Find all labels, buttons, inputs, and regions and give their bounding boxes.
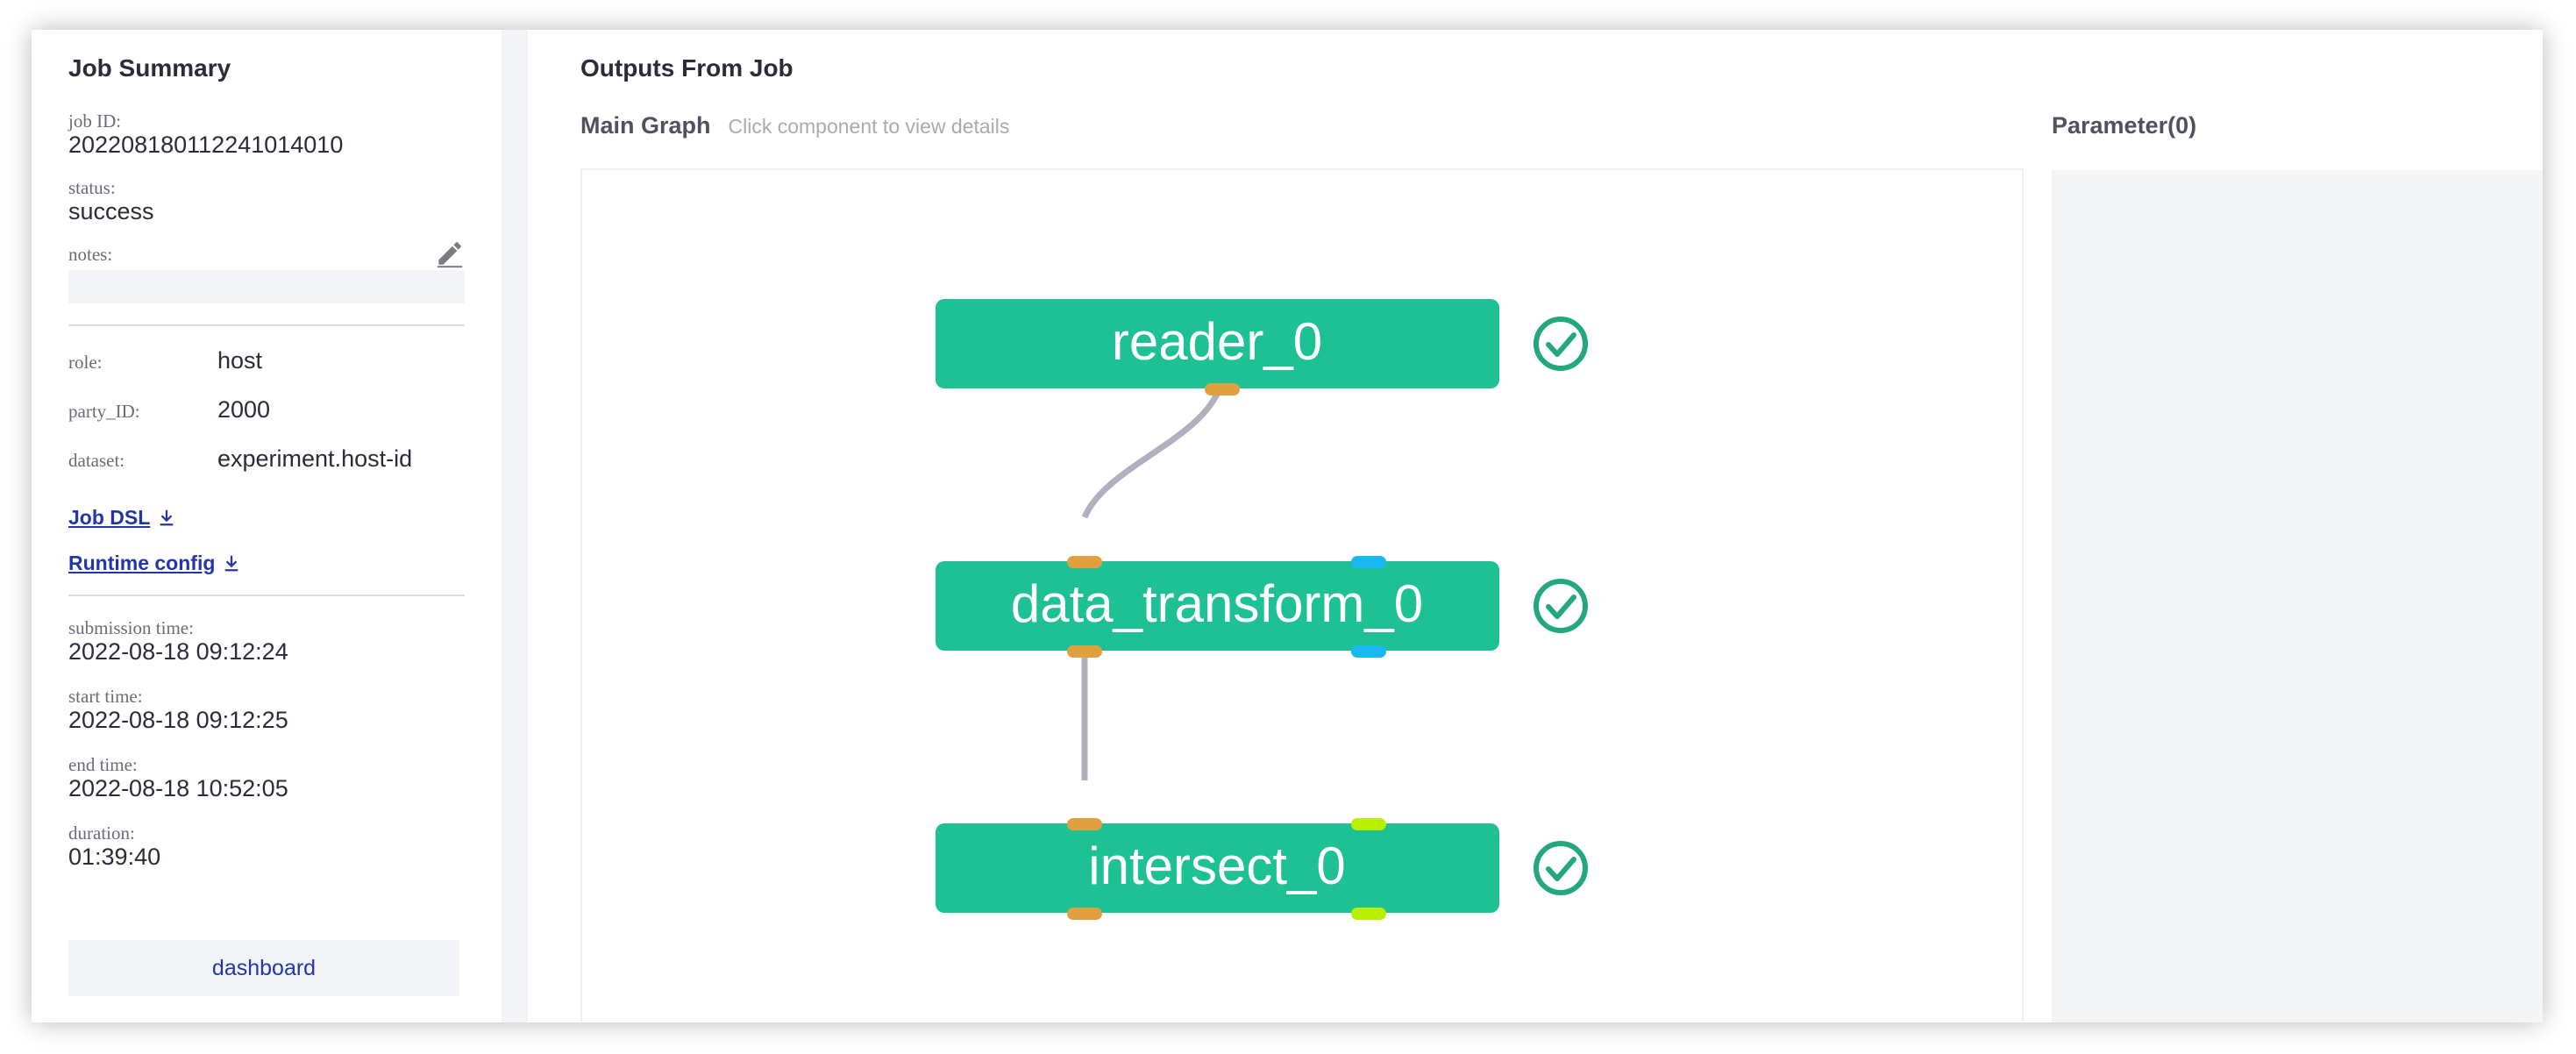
parameter-title: Parameter(0)	[2052, 112, 2197, 139]
runtime-config-link-label: Runtime config	[68, 551, 216, 574]
data-output-port	[1067, 908, 1102, 920]
check-circle-icon	[1534, 317, 1588, 371]
job-dsl-link-label: Job DSL	[68, 505, 151, 529]
notes-row: notes:	[68, 242, 465, 268]
party-id-row: party_ID: 2000	[68, 396, 465, 445]
cache-output-port	[1351, 908, 1386, 920]
role-label: role:	[68, 352, 103, 373]
duration-value: 01:39:40	[68, 844, 161, 870]
graph-hint: Click component to view details	[728, 115, 1010, 138]
model-input-port	[1351, 556, 1386, 568]
main-graph-canvas[interactable]: reader_0 data_transform_0 intersect_0	[580, 168, 2024, 1022]
data-input-port	[1067, 556, 1102, 568]
download-icon	[160, 509, 174, 526]
end-time-value: 2022-08-18 10:52:05	[68, 775, 288, 801]
submission-time-label: submission time:	[68, 617, 194, 638]
dataset-row: dataset: experiment.host-id	[68, 445, 465, 495]
party-id-value: 2000	[217, 396, 271, 423]
job-id-label: job ID:	[68, 110, 122, 132]
node-label: intersect_0	[1088, 837, 1346, 895]
graph-header: Main Graph Click component to view detai…	[580, 112, 1009, 139]
data-output-port	[1205, 383, 1240, 395]
status-label: status:	[68, 177, 116, 198]
edge-reader-to-data-transform	[1081, 390, 1221, 519]
node-data-transform-0[interactable]: data_transform_0	[936, 556, 1499, 658]
app-window: Job Summary job ID: 20220818011224101401…	[32, 30, 2543, 1022]
role-row: role: host	[68, 347, 465, 396]
cache-input-port	[1351, 818, 1386, 830]
submission-time-value: 2022-08-18 09:12:24	[68, 638, 288, 665]
divider	[68, 595, 465, 596]
parameter-panel	[2052, 170, 2543, 1022]
notes-label: notes:	[68, 244, 113, 265]
download-icon	[225, 555, 238, 572]
job-times: submission time: 2022-08-18 09:12:24 sta…	[68, 617, 465, 872]
node-intersect-0[interactable]: intersect_0	[936, 818, 1499, 920]
start-time-value: 2022-08-18 09:12:25	[68, 707, 288, 733]
node-label: data_transform_0	[1011, 574, 1423, 633]
divider	[68, 324, 465, 326]
dataset-label: dataset:	[68, 450, 125, 471]
graph-title: Main Graph	[580, 112, 711, 139]
party-id-label: party_ID:	[68, 401, 140, 422]
data-input-port	[1067, 818, 1102, 830]
outputs-panel: Outputs From Job Main Graph Click compon…	[528, 30, 2543, 1022]
job-summary-panel: Job Summary job ID: 20220818011224101401…	[32, 30, 502, 1022]
runtime-config-link[interactable]: Runtime config	[68, 540, 465, 586]
start-time-label: start time:	[68, 686, 143, 707]
model-output-port	[1351, 645, 1386, 658]
dataset-value: experiment.host-id	[217, 445, 413, 472]
duration-label: duration:	[68, 823, 135, 844]
pencil-icon[interactable]	[435, 239, 465, 268]
notes-field[interactable]	[68, 270, 465, 303]
dashboard-button[interactable]: dashboard	[68, 940, 459, 996]
dag-graph: reader_0 data_transform_0 intersect_0	[936, 299, 1588, 920]
end-time-label: end time:	[68, 754, 138, 775]
job-dsl-link[interactable]: Job DSL	[68, 495, 465, 540]
node-reader-0[interactable]: reader_0	[936, 299, 1499, 395]
outputs-title: Outputs From Job	[580, 54, 793, 82]
data-output-port	[1067, 645, 1102, 658]
check-circle-icon	[1534, 841, 1588, 895]
check-circle-icon	[1534, 579, 1588, 633]
role-value: host	[217, 347, 263, 374]
node-label: reader_0	[1112, 312, 1322, 371]
status-value: success	[68, 198, 154, 224]
job-id-value: 202208180112241014010	[68, 132, 344, 158]
job-summary-title: Job Summary	[68, 54, 231, 82]
